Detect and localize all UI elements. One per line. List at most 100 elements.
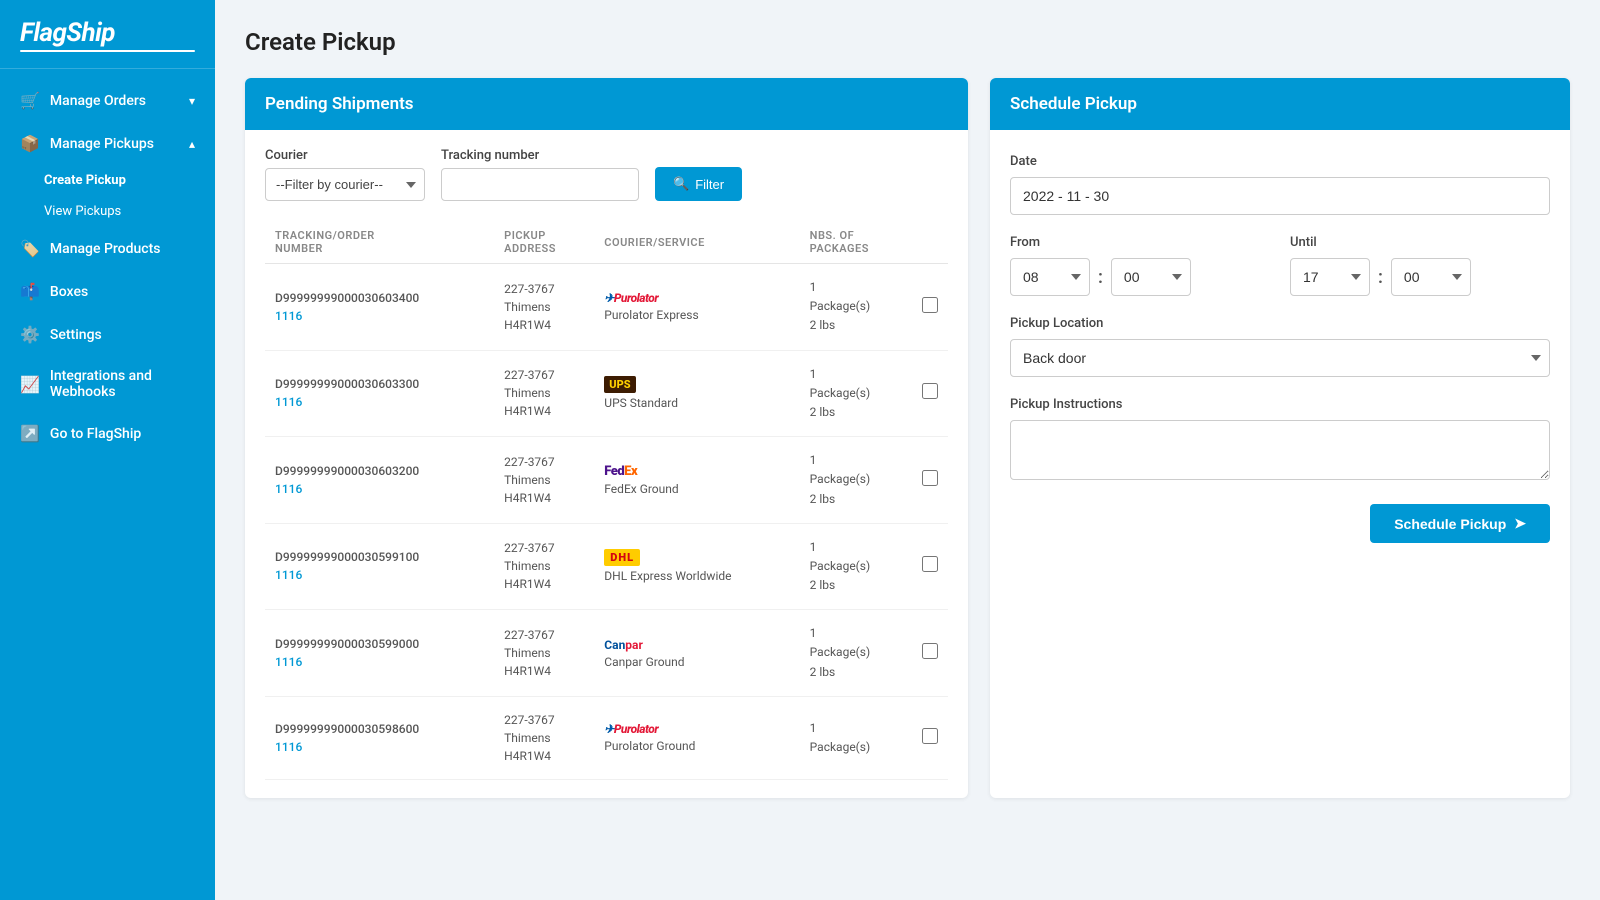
sidebar: FlagShip 🛒 Manage Orders ▾ 📦 Manage Pick… <box>0 0 215 900</box>
pending-shipments-body: Courier --Filter by courier-- Tracking n… <box>245 130 968 798</box>
row-checkbox-2[interactable] <box>922 470 938 486</box>
table-row: D99999999000030599000 1116 227-3767Thime… <box>265 610 948 697</box>
cart-icon: 🛒 <box>20 91 40 110</box>
sidebar-item-boxes[interactable]: 📫 Boxes <box>0 270 215 313</box>
purolator-logo: ✈Purolator <box>604 291 658 305</box>
integrations-icon: 📈 <box>20 375 40 394</box>
schedule-btn-label: Schedule Pickup <box>1394 516 1506 532</box>
sidebar-item-manage-orders[interactable]: 🛒 Manage Orders ▾ <box>0 79 215 122</box>
cell-checkbox[interactable] <box>912 696 948 779</box>
location-select[interactable]: Back door Front door Reception Loading d… <box>1010 339 1550 377</box>
col-packages: NBS. OFPACKAGES <box>800 221 912 264</box>
until-time-inputs: 141516 1718 : 00 153045 <box>1290 258 1550 296</box>
date-label: Date <box>1010 154 1550 169</box>
until-label: Until <box>1290 235 1550 250</box>
cell-order-id: D99999999000030598600 1116 <box>265 696 494 779</box>
row-checkbox-0[interactable] <box>922 297 938 313</box>
schedule-pickup-header: Schedule Pickup <box>990 78 1570 130</box>
cell-checkbox[interactable] <box>912 350 948 437</box>
sidebar-label-integrations: Integrations and Webhooks <box>50 368 195 400</box>
logo-text: FlagShip <box>20 18 195 48</box>
until-hour-select[interactable]: 141516 1718 <box>1290 258 1370 296</box>
sidebar-label-manage-orders: Manage Orders <box>50 93 179 109</box>
sidebar-label-go-to-flagship: Go to FlagShip <box>50 426 195 442</box>
row-checkbox-5[interactable] <box>922 728 938 744</box>
canpar-logo: Canpar <box>604 638 643 652</box>
tracking-link[interactable]: 1116 <box>275 309 484 323</box>
cell-address: 227-3767ThimensH4R1W4 <box>494 523 594 610</box>
sidebar-item-create-pickup[interactable]: Create Pickup <box>44 165 215 196</box>
cell-checkbox[interactable] <box>912 610 948 697</box>
cell-courier: Canpar Canpar Ground <box>594 610 799 697</box>
tracking-input[interactable] <box>441 168 639 201</box>
cell-packages: 1Package(s)2 lbs <box>800 264 912 351</box>
from-hour-select[interactable]: 08 09101112 <box>1010 258 1090 296</box>
from-time-inputs: 08 09101112 : 00 153045 <box>1010 258 1270 296</box>
cell-packages: 1Package(s)2 lbs <box>800 610 912 697</box>
tag-icon: 🏷️ <box>20 239 40 258</box>
row-checkbox-3[interactable] <box>922 556 938 572</box>
sidebar-item-view-pickups[interactable]: View Pickups <box>44 196 215 227</box>
gear-icon: ⚙️ <box>20 325 40 344</box>
search-icon: 🔍 <box>673 176 689 192</box>
cell-order-id: D99999999000030603300 1116 <box>265 350 494 437</box>
date-field: Date <box>1010 154 1550 215</box>
content-grid: Pending Shipments Courier --Filter by co… <box>245 78 1570 798</box>
from-colon: : <box>1096 267 1105 288</box>
sidebar-item-go-to-flagship[interactable]: ↗️ Go to FlagShip <box>0 412 215 455</box>
sidebar-item-settings[interactable]: ⚙️ Settings <box>0 313 215 356</box>
circle-arrow-icon: ➤ <box>1514 515 1526 532</box>
table-row: D99999999000030599100 1116 227-3767Thime… <box>265 523 948 610</box>
sidebar-item-integrations[interactable]: 📈 Integrations and Webhooks <box>0 356 215 412</box>
sidebar-label-manage-products: Manage Products <box>50 241 195 257</box>
chevron-up-icon: ▴ <box>189 137 195 151</box>
instructions-label: Pickup Instructions <box>1010 397 1550 412</box>
tracking-link[interactable]: 1116 <box>275 740 484 754</box>
sidebar-label-manage-pickups: Manage Pickups <box>50 136 179 152</box>
courier-name: UPS Standard <box>604 396 678 410</box>
cell-packages: 1Package(s)2 lbs <box>800 437 912 524</box>
table-row: D99999999000030603300 1116 227-3767Thime… <box>265 350 948 437</box>
cell-packages: 1Package(s) <box>800 696 912 779</box>
courier-name: Purolator Express <box>604 308 698 322</box>
filter-button[interactable]: 🔍 Filter <box>655 167 742 201</box>
sidebar-item-manage-products[interactable]: 🏷️ Manage Products <box>0 227 215 270</box>
date-input[interactable] <box>1010 177 1550 215</box>
cell-checkbox[interactable] <box>912 523 948 610</box>
from-minute-select[interactable]: 00 153045 <box>1111 258 1191 296</box>
courier-label: Courier <box>265 148 425 163</box>
until-colon: : <box>1376 267 1385 288</box>
tracking-link[interactable]: 1116 <box>275 568 484 582</box>
tracking-link[interactable]: 1116 <box>275 482 484 496</box>
schedule-pickup-button[interactable]: Schedule Pickup ➤ <box>1370 504 1550 543</box>
until-section: Until 141516 1718 : 00 153045 <box>1290 235 1550 296</box>
tracking-link[interactable]: 1116 <box>275 655 484 669</box>
manage-pickups-subnav: Create Pickup View Pickups <box>0 165 215 227</box>
main-content: Create Pickup Pending Shipments Courier … <box>215 0 1600 900</box>
sidebar-item-manage-pickups[interactable]: 📦 Manage Pickups ▴ <box>0 122 215 165</box>
cell-address: 227-3767ThimensH4R1W4 <box>494 437 594 524</box>
pending-shipments-header: Pending Shipments <box>245 78 968 130</box>
cell-address: 227-3767ThimensH4R1W4 <box>494 264 594 351</box>
table-row: D99999999000030603400 1116 227-3767Thime… <box>265 264 948 351</box>
tracking-link[interactable]: 1116 <box>275 395 484 409</box>
row-checkbox-1[interactable] <box>922 383 938 399</box>
col-tracking: TRACKING/ORDERNUMBER <box>265 221 494 264</box>
cell-order-id: D99999999000030603400 1116 <box>265 264 494 351</box>
courier-name: Canpar Ground <box>604 655 684 669</box>
instructions-textarea[interactable] <box>1010 420 1550 480</box>
cell-order-id: D99999999000030603200 1116 <box>265 437 494 524</box>
shipments-table: TRACKING/ORDERNUMBER PICKUPADDRESS COURI… <box>265 221 948 780</box>
cell-checkbox[interactable] <box>912 437 948 524</box>
cell-address: 227-3767ThimensH4R1W4 <box>494 350 594 437</box>
pending-shipments-panel: Pending Shipments Courier --Filter by co… <box>245 78 968 798</box>
location-label: Pickup Location <box>1010 316 1550 331</box>
col-select <box>912 221 948 264</box>
cell-checkbox[interactable] <box>912 264 948 351</box>
from-label: From <box>1010 235 1270 250</box>
table-row: D99999999000030603200 1116 227-3767Thime… <box>265 437 948 524</box>
until-minute-select[interactable]: 00 153045 <box>1391 258 1471 296</box>
row-checkbox-4[interactable] <box>922 643 938 659</box>
courier-select[interactable]: --Filter by courier-- <box>265 168 425 201</box>
cell-courier: UPS UPS Standard <box>594 350 799 437</box>
